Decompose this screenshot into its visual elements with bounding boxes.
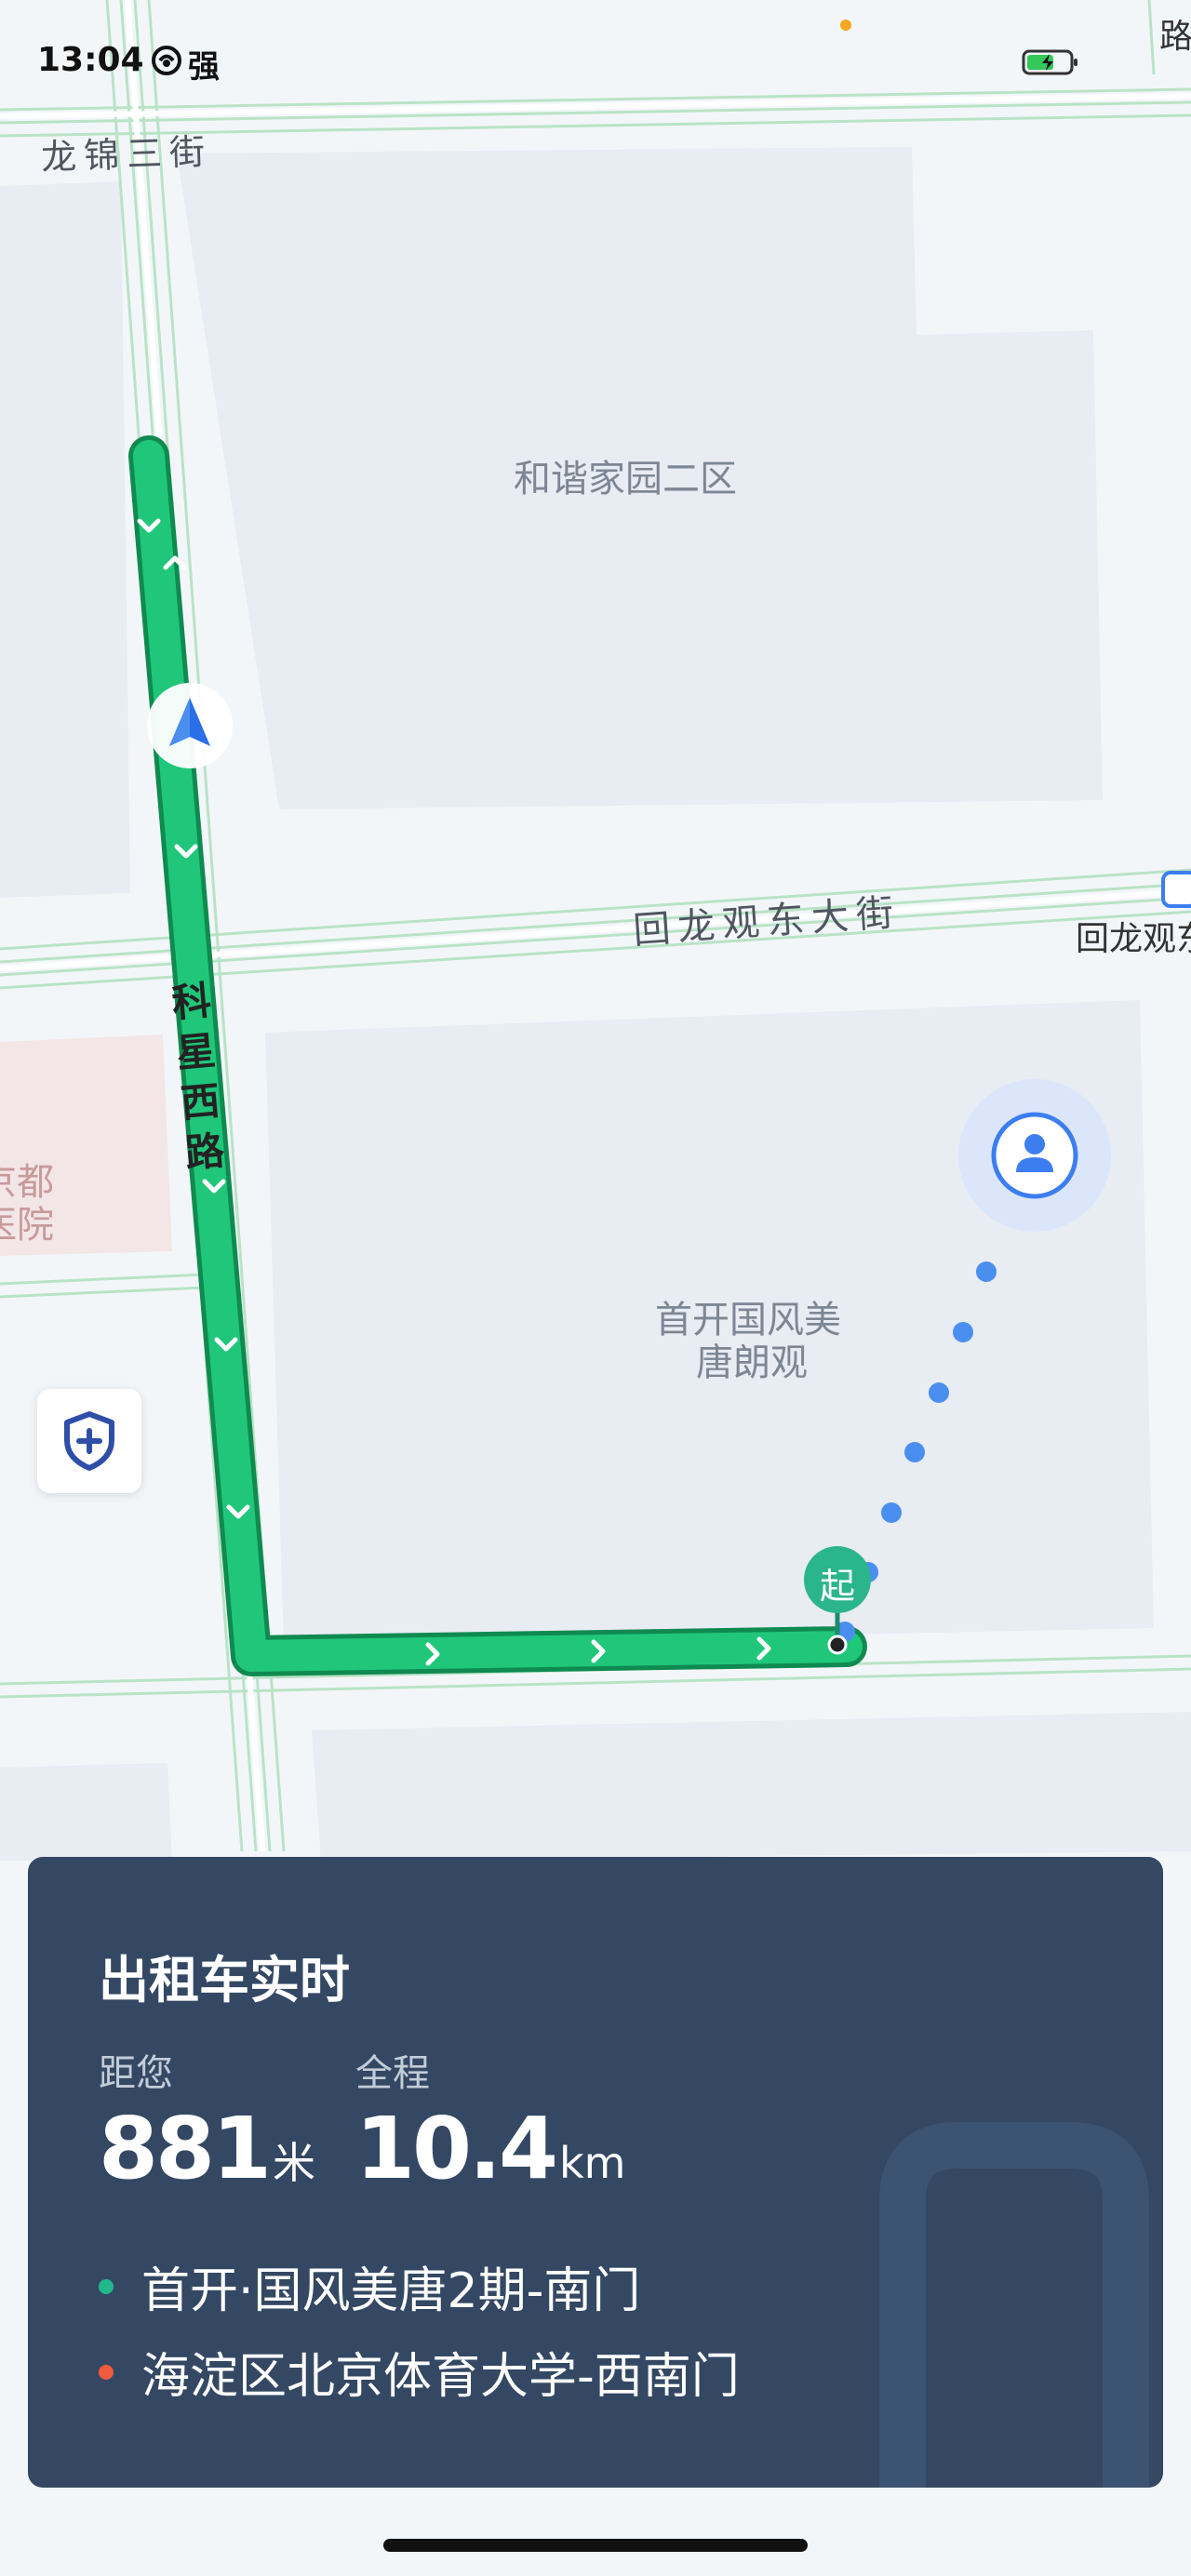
poi-label-estate-2: 唐朗观 bbox=[696, 1341, 808, 1384]
total-unit: km bbox=[559, 2138, 626, 2188]
safety-center-button[interactable] bbox=[37, 1389, 141, 1493]
home-indicator[interactable] bbox=[383, 2539, 808, 2552]
signal-icon bbox=[152, 46, 181, 75]
shield-plus-icon bbox=[64, 1411, 114, 1471]
distance-label: 距您 bbox=[99, 2052, 173, 2095]
total-label: 全程 bbox=[355, 2052, 430, 2095]
destination-address: 海淀区北京体育大学-西南门 bbox=[141, 2349, 740, 2405]
status-carrier: 强 bbox=[188, 48, 220, 86]
card-watermark bbox=[879, 2122, 1149, 2488]
taxi-info-card[interactable]: 出租车实时 距您 881米 全程 10.4km 首开·国风美唐2期-南门 海淀区… bbox=[28, 1857, 1163, 2488]
destination-dot bbox=[99, 2364, 114, 2380]
total-value: 10.4km bbox=[355, 2106, 625, 2192]
battery-icon bbox=[1022, 49, 1077, 75]
poi-label-community: 和谐家园二区 bbox=[514, 458, 737, 501]
poi-label-hospital-2: 医院 bbox=[0, 1204, 54, 1247]
poi-label-huilongguan: 回龙观东 bbox=[1076, 920, 1191, 958]
pickup-row: 首开·国风美唐2期-南门 bbox=[99, 2251, 640, 2321]
status-time: 13:04 bbox=[37, 41, 144, 79]
distance-number: 881 bbox=[99, 2099, 272, 2198]
start-marker-label: 起 bbox=[819, 1566, 855, 1607]
subway-icon bbox=[1161, 871, 1191, 908]
distance-unit: 米 bbox=[273, 2138, 316, 2188]
total-number: 10.4 bbox=[355, 2099, 558, 2198]
privacy-indicator-dot bbox=[840, 20, 851, 31]
user-location-icon[interactable] bbox=[958, 1079, 1111, 1232]
destination-row: 海淀区北京体育大学-西南门 bbox=[99, 2337, 740, 2407]
status-bar: 13:04 强 bbox=[0, 0, 1191, 121]
card-title: 出租车实时 bbox=[99, 1951, 350, 2009]
pickup-dot bbox=[99, 2278, 114, 2294]
road-label-longjin: 龙锦三街 bbox=[40, 130, 213, 179]
pickup-address: 首开·国风美唐2期-南门 bbox=[141, 2263, 641, 2319]
start-marker: 起 bbox=[798, 1541, 877, 1663]
vehicle-location-icon bbox=[147, 683, 233, 768]
distance-value: 881米 bbox=[99, 2106, 315, 2192]
